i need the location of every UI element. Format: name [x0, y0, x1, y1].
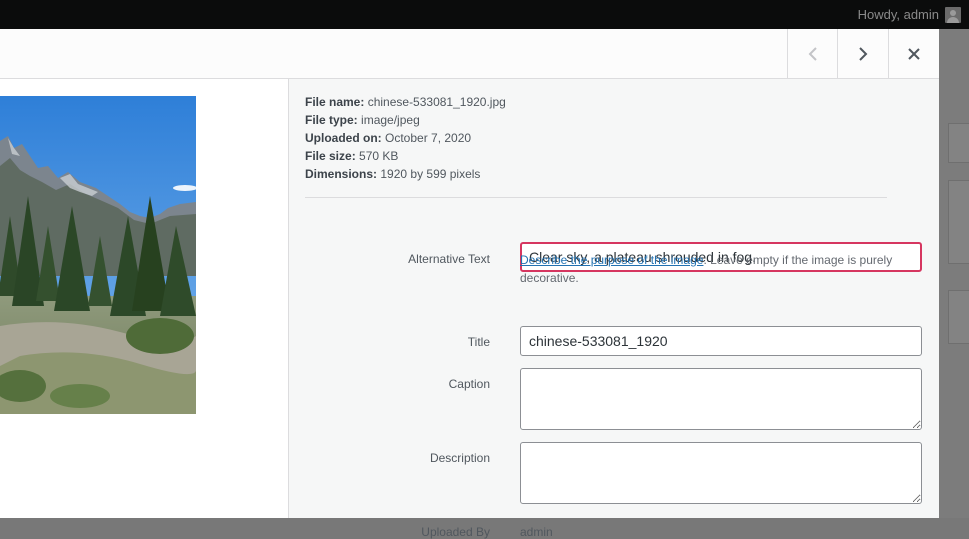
caption-textarea[interactable]	[520, 368, 922, 430]
uploaded-on-label: Uploaded on:	[305, 131, 382, 145]
chevron-right-icon	[858, 46, 867, 61]
uploaded-on-value: October 7, 2020	[385, 131, 472, 145]
howdy-greeting[interactable]: Howdy, admin	[858, 7, 939, 22]
uploaded-on-row: Uploaded on: October 7, 2020	[305, 129, 506, 147]
attachment-image	[0, 96, 196, 414]
admin-bar: Howdy, admin	[0, 0, 969, 29]
attachment-details-pane: File name: chinese-533081_1920.jpg File …	[289, 79, 939, 539]
divider	[305, 197, 887, 198]
account-menu[interactable]: Howdy, admin	[858, 0, 961, 29]
next-attachment-button[interactable]	[837, 29, 887, 78]
description-textarea[interactable]	[520, 442, 922, 504]
uploaded-by-label: Uploaded By	[421, 525, 490, 539]
alt-text-help-link[interactable]: Describe the purpose of the image	[520, 253, 703, 267]
alt-text-label: Alternative Text	[408, 252, 490, 266]
file-type-row: File type: image/jpeg	[305, 111, 506, 129]
file-size-value: 570 KB	[359, 149, 399, 163]
previous-attachment-button[interactable]	[787, 29, 837, 78]
file-name-row: File name: chinese-533081_1920.jpg	[305, 93, 506, 111]
alt-text-help: Describe the purpose of the image. Leave…	[520, 251, 920, 287]
background-page-overlay	[939, 29, 969, 518]
attachment-details-modal: File name: chinese-533081_1920.jpg File …	[0, 29, 939, 539]
modal-header	[0, 29, 939, 79]
close-modal-button[interactable]	[888, 29, 939, 78]
chevron-left-icon	[808, 46, 817, 61]
avatar[interactable]	[945, 6, 961, 23]
file-name-label: File name:	[305, 95, 365, 109]
background-panel	[948, 123, 969, 163]
uploaded-by-value: admin	[520, 525, 553, 539]
file-type-label: File type:	[305, 113, 358, 127]
image-preview-pane	[0, 79, 288, 518]
caption-label: Caption	[448, 377, 490, 391]
close-icon	[908, 47, 920, 60]
background-panel	[948, 290, 969, 344]
description-label: Description	[429, 451, 490, 465]
file-type-value: image/jpeg	[361, 113, 420, 127]
file-size-label: File size:	[305, 149, 356, 163]
dimensions-row: Dimensions: 1920 by 599 pixels	[305, 165, 506, 183]
file-size-row: File size: 570 KB	[305, 147, 506, 165]
file-name-value: chinese-533081_1920.jpg	[367, 95, 506, 109]
background-panel	[948, 180, 969, 264]
dimensions-value: 1920 by 599 pixels	[380, 167, 481, 181]
file-info: File name: chinese-533081_1920.jpg File …	[305, 93, 506, 183]
title-label: Title	[467, 335, 490, 349]
title-input[interactable]	[520, 326, 922, 356]
dimensions-label: Dimensions:	[305, 167, 378, 181]
